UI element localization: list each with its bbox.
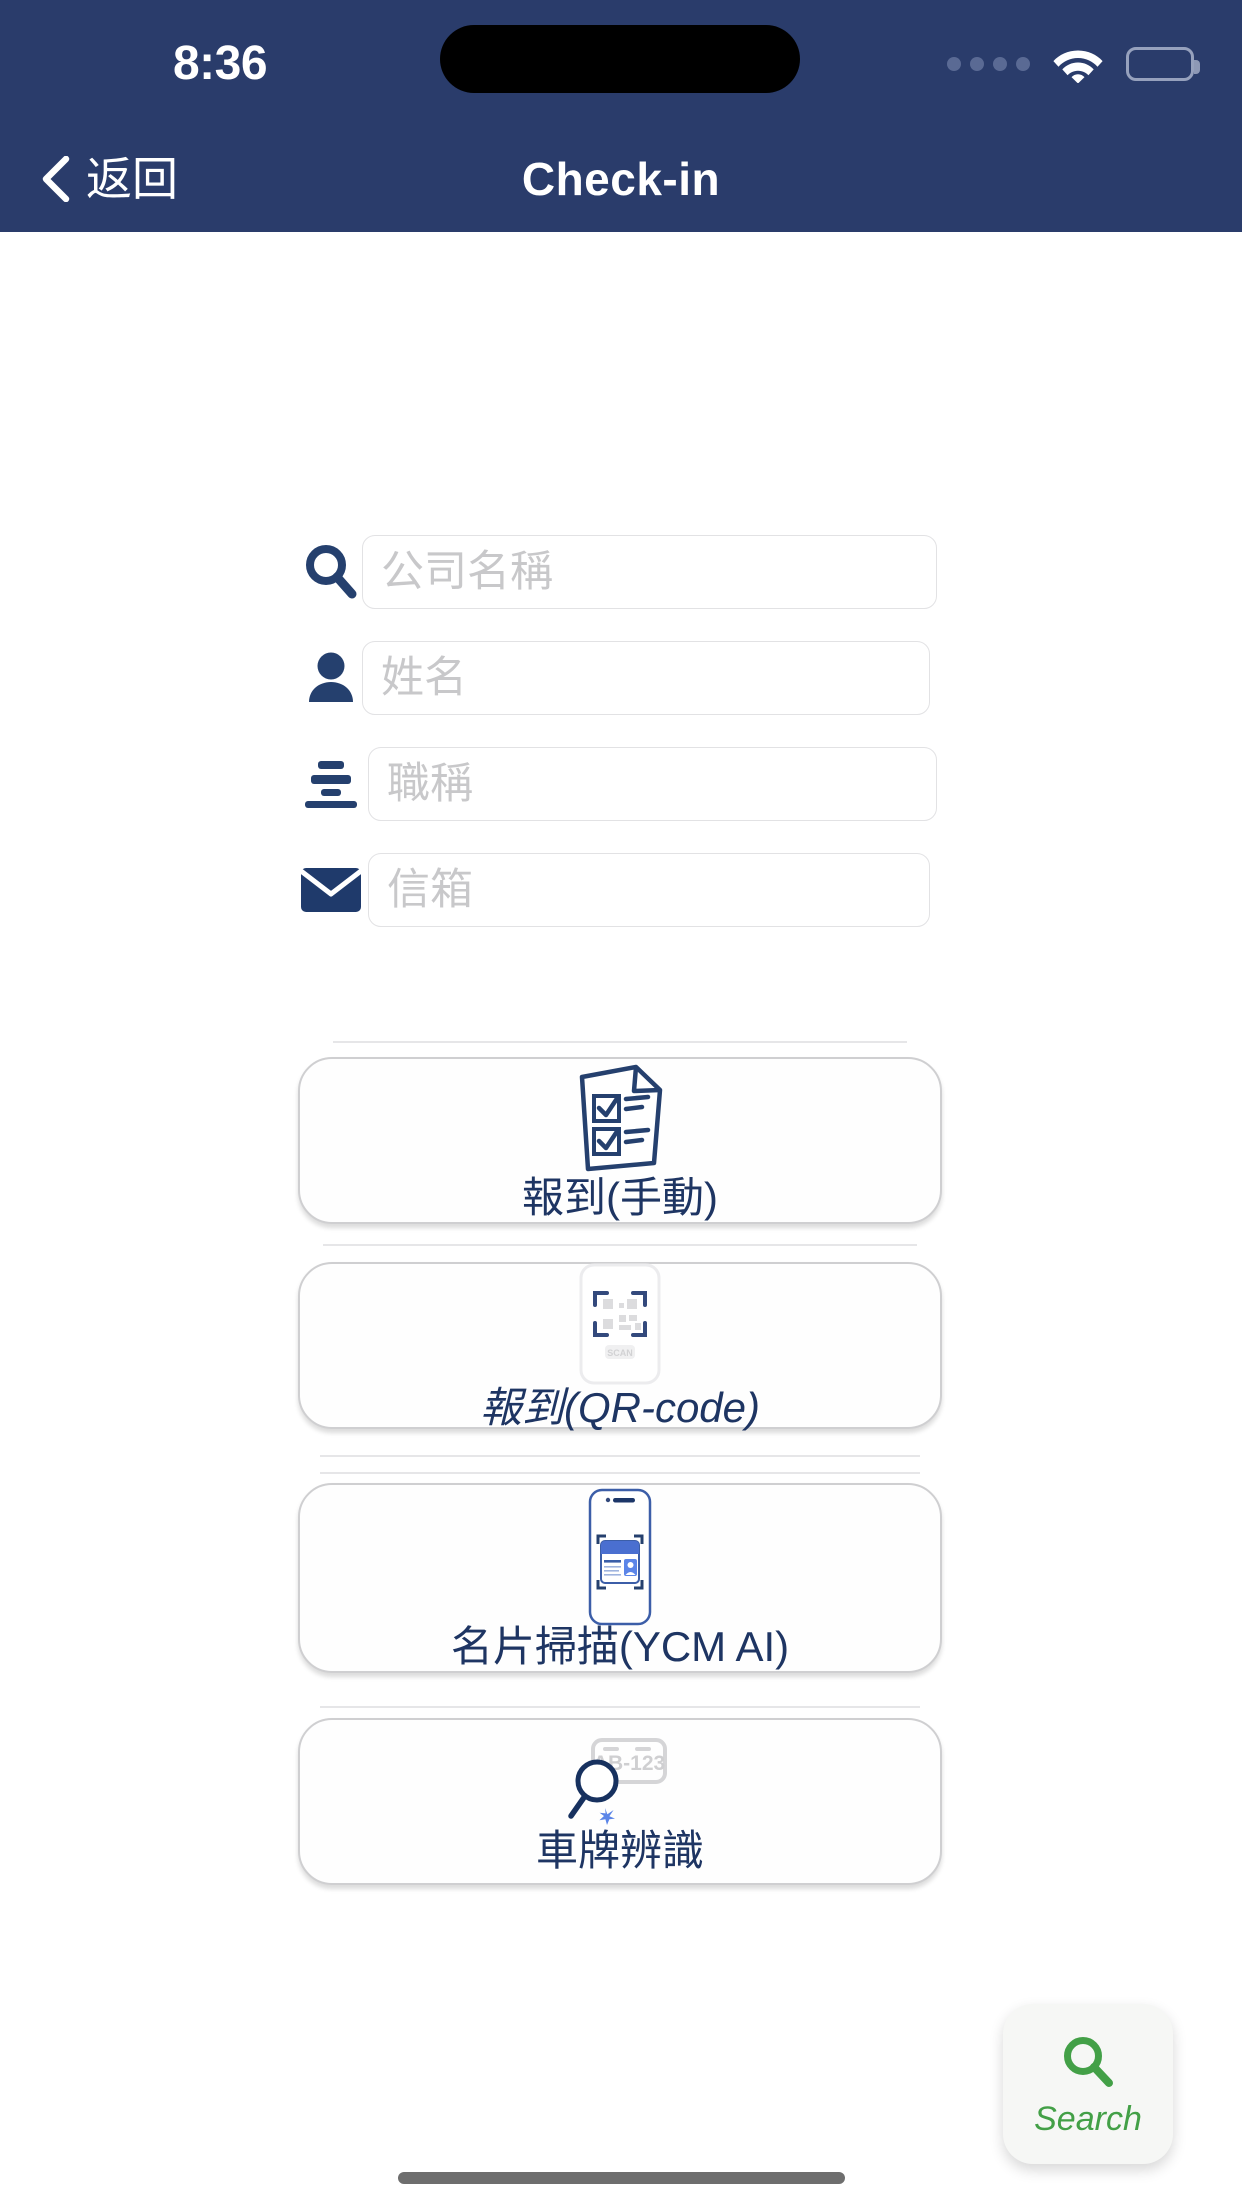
divider-after-manual xyxy=(323,1244,917,1246)
dynamic-island xyxy=(440,25,800,93)
business-card-scan-icon xyxy=(568,1488,672,1626)
action-business-card-scan-label: 名片掃描(YCM AI) xyxy=(450,1623,790,1670)
field-person-name xyxy=(0,641,1242,715)
status-bar-time: 8:36 xyxy=(172,37,268,90)
action-qrcode-checkin[interactable]: SCAN 報到(QR-code) xyxy=(298,1262,942,1429)
action-manual-checkin[interactable]: 報到(手動) xyxy=(298,1057,942,1224)
action-business-card-scan[interactable]: 名片掃描(YCM AI) xyxy=(298,1483,942,1673)
back-button-label: 返回 xyxy=(86,152,178,205)
back-button[interactable]: 返回 xyxy=(20,125,196,232)
search-icon xyxy=(288,535,374,609)
battery-full-icon xyxy=(1126,47,1200,81)
job-title-icon xyxy=(288,747,374,821)
person-icon xyxy=(288,641,374,715)
chevron-left-icon xyxy=(42,155,70,202)
envelope-icon xyxy=(288,853,374,927)
checklist-document-icon xyxy=(574,1063,666,1173)
signal-dots-icon xyxy=(947,57,1030,71)
divider-after-qr-a xyxy=(320,1455,920,1457)
job-title-input[interactable] xyxy=(368,747,937,821)
action-qrcode-checkin-label: 報到(QR-code) xyxy=(479,1383,761,1431)
search-floating-button-label: Search xyxy=(1034,2099,1142,2138)
wifi-icon xyxy=(1053,50,1103,83)
search-floating-button[interactable]: Search xyxy=(1003,2004,1173,2164)
email-input[interactable] xyxy=(368,853,930,927)
field-company-name xyxy=(0,535,1242,609)
qr-scan-phone-icon: SCAN xyxy=(579,1263,661,1385)
action-license-plate[interactable]: AB-123 車牌辨識 xyxy=(298,1718,942,1885)
status-bar: 8:36 xyxy=(0,0,1242,125)
home-indicator[interactable] xyxy=(398,2172,845,2184)
company-name-input[interactable] xyxy=(362,535,937,609)
navigation-bar: Check-in 返回 xyxy=(0,125,1242,232)
divider-top xyxy=(333,1041,907,1043)
svg-text:SCAN: SCAN xyxy=(607,1348,633,1358)
license-plate-search-icon: AB-123 xyxy=(565,1732,675,1828)
divider-after-qr-b xyxy=(320,1472,920,1474)
field-email xyxy=(0,853,1242,927)
action-license-plate-label: 車牌辨識 xyxy=(535,1826,704,1874)
search-icon xyxy=(1059,2033,1117,2096)
field-job-title xyxy=(0,747,1242,821)
divider-after-card xyxy=(320,1706,920,1708)
checkin-form xyxy=(0,535,1242,959)
status-bar-indicators xyxy=(947,40,1200,88)
person-name-input[interactable] xyxy=(362,641,930,715)
action-manual-checkin-label: 報到(手動) xyxy=(522,1173,718,1221)
